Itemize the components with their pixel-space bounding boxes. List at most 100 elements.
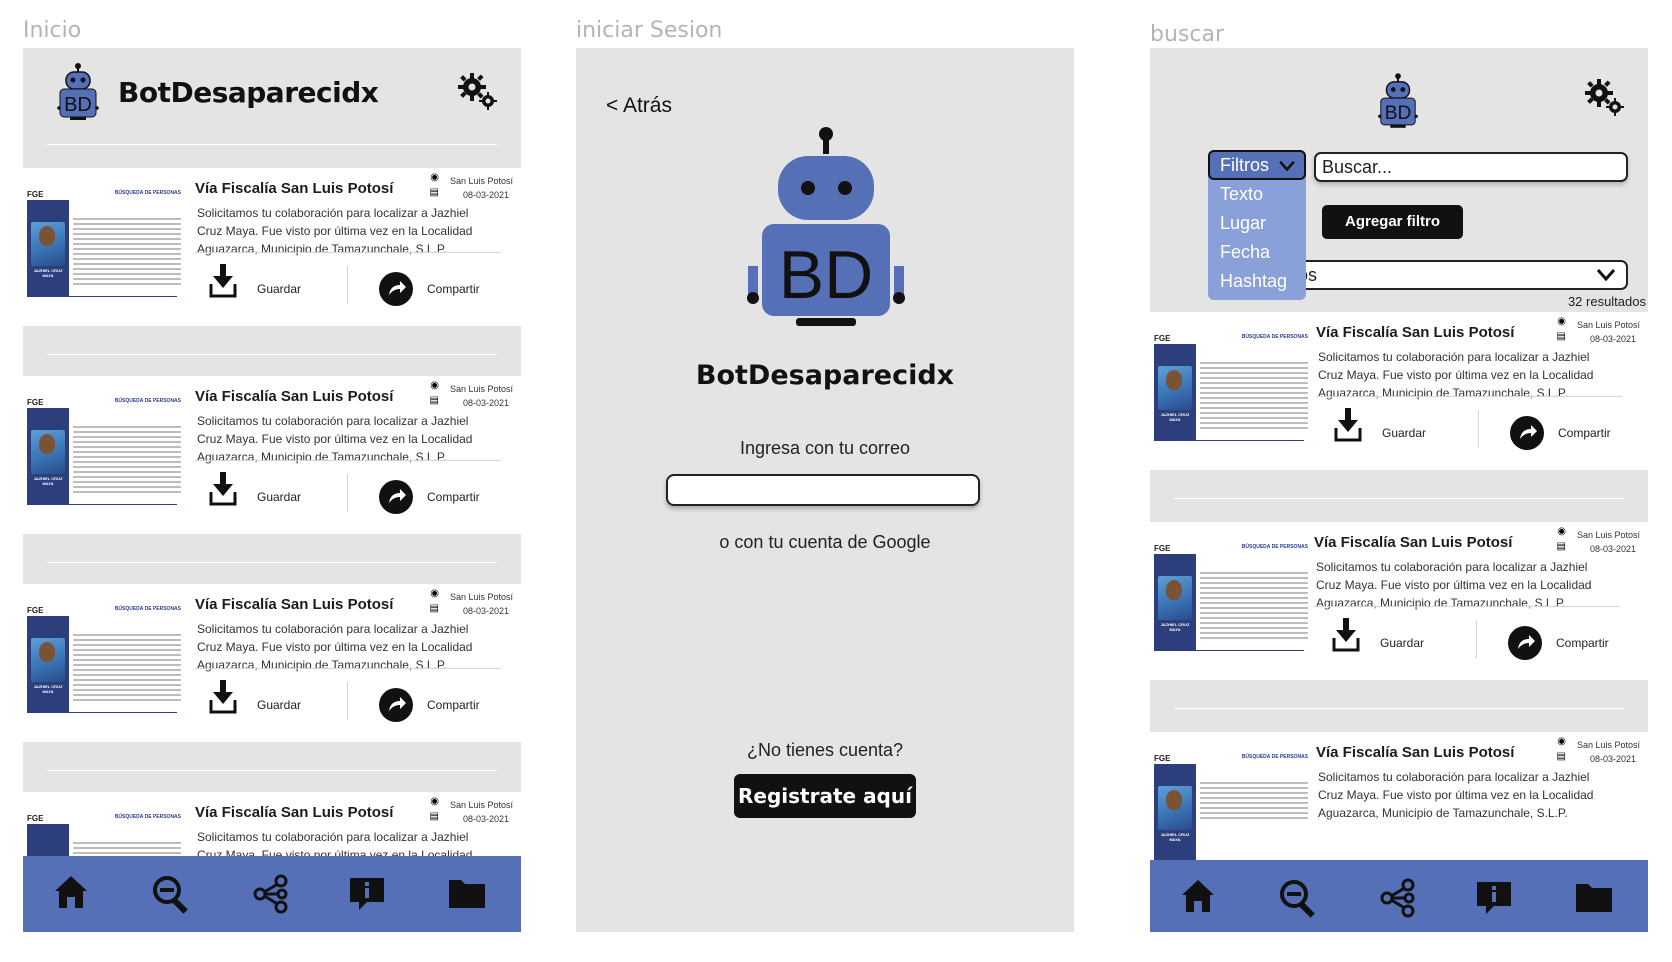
card-location: San Luis Potosí bbox=[449, 592, 513, 602]
screen-label-buscar: buscar bbox=[1150, 22, 1224, 47]
location-pin-icon: ◉ bbox=[430, 796, 439, 807]
alert-card[interactable]: FGE BÚSQUEDA DE PERSONAS JAZHIEL CRUZ MA… bbox=[23, 376, 521, 534]
card-location: San Luis Potosí bbox=[449, 176, 513, 186]
add-filter-button[interactable]: Agregar filtro bbox=[1322, 205, 1463, 239]
svg-text:BD: BD bbox=[64, 94, 92, 116]
info-icon[interactable] bbox=[1474, 878, 1514, 918]
missing-person-poster[interactable]: FGE BÚSQUEDA DE PERSONAS JAZHIEL CRUZ MA… bbox=[27, 184, 183, 298]
card-description: Solicitamos tu colaboración para localiz… bbox=[1318, 350, 1594, 400]
svg-text:BD: BD bbox=[1385, 103, 1412, 124]
google-prompt[interactable]: o con tu cuenta de Google bbox=[576, 532, 1074, 553]
share-button[interactable]: Compartir bbox=[1556, 636, 1609, 650]
no-account-text: ¿No tienes cuenta? bbox=[746, 740, 904, 760]
search-icon[interactable] bbox=[151, 874, 191, 914]
poster-org: FGE bbox=[27, 398, 44, 407]
poster-heading: BÚSQUEDA DE PERSONAS bbox=[114, 814, 181, 820]
missing-person-poster[interactable]: FGE BÚSQUEDA DE PERSONAS JAZHIEL CRUZ MA… bbox=[27, 392, 183, 506]
card-title: Vía Fiscalía San Luis Potosí bbox=[1316, 324, 1515, 341]
share-button[interactable]: Compartir bbox=[427, 490, 480, 504]
poster-heading: BÚSQUEDA DE PERSONAS bbox=[1241, 754, 1308, 760]
save-button[interactable]: Guardar bbox=[1380, 636, 1424, 650]
info-icon[interactable] bbox=[347, 874, 387, 914]
card-date: 08-03-2021 bbox=[1589, 334, 1636, 344]
poster-heading: BÚSQUEDA DE PERSONAS bbox=[114, 398, 181, 404]
filter-button[interactable]: Filtros bbox=[1208, 150, 1306, 180]
card-location: San Luis Potosí bbox=[1576, 320, 1640, 330]
share-button[interactable]: Compartir bbox=[427, 282, 480, 296]
save-button[interactable]: Guardar bbox=[1382, 426, 1426, 440]
brand-name: BotDesaparecidx bbox=[118, 76, 379, 109]
card-date: 08-03-2021 bbox=[462, 398, 509, 408]
share-button-icon[interactable] bbox=[379, 272, 413, 306]
share-button-icon[interactable] bbox=[1508, 626, 1542, 660]
share-button-icon[interactable] bbox=[379, 480, 413, 514]
card-title: Vía Fiscalía San Luis Potosí bbox=[195, 596, 394, 613]
results-count: 32 resultados bbox=[1567, 294, 1646, 309]
back-button[interactable]: < Atrás bbox=[606, 94, 672, 118]
card-title: Vía Fiscalía San Luis Potosí bbox=[195, 804, 394, 821]
poster-person: JAZHIEL CRUZ MAYA bbox=[33, 268, 63, 278]
chevron-down-icon bbox=[1596, 269, 1616, 282]
filter-option-lugar[interactable]: Lugar bbox=[1220, 213, 1266, 234]
folder-icon[interactable] bbox=[1574, 878, 1614, 914]
poster-org: FGE bbox=[27, 190, 44, 199]
share-network-icon[interactable] bbox=[251, 874, 291, 914]
missing-person-poster[interactable]: FGE BÚSQUEDA DE PERSONAS JAZHIEL CRUZ MA… bbox=[1154, 328, 1310, 442]
brand-name: BotDesaparecidx bbox=[695, 360, 955, 391]
settings-gear-icon[interactable] bbox=[1584, 78, 1626, 118]
robot-logo-icon: BD bbox=[57, 63, 99, 120]
filter-button-label: Filtros bbox=[1220, 155, 1269, 175]
search-input[interactable]: Buscar... bbox=[1314, 152, 1628, 182]
download-icon[interactable] bbox=[1334, 408, 1362, 444]
screen-label-login: iniciar Sesion bbox=[576, 18, 723, 43]
card-title: Vía Fiscalía San Luis Potosí bbox=[1316, 744, 1515, 761]
filter-dropdown-menu: Filtros Texto Lugar Fecha Hashtag bbox=[1208, 150, 1306, 300]
folder-icon[interactable] bbox=[447, 874, 487, 910]
register-button[interactable]: Registrate aquí bbox=[734, 774, 916, 818]
save-button[interactable]: Guardar bbox=[257, 698, 301, 712]
robot-logo-icon: BD bbox=[747, 127, 905, 326]
download-icon[interactable] bbox=[209, 680, 237, 716]
alert-card[interactable]: FGE BÚSQUEDA DE PERSONAS JAZHIEL CRUZ MA… bbox=[23, 168, 521, 326]
alert-card[interactable]: FGE BÚSQUEDA DE PERSONAS JAZHIEL CRUZ MA… bbox=[23, 584, 521, 742]
share-button[interactable]: Compartir bbox=[427, 698, 480, 712]
poster-person: JAZHIEL CRUZ MAYA bbox=[1160, 832, 1190, 842]
save-button[interactable]: Guardar bbox=[257, 282, 301, 296]
save-button[interactable]: Guardar bbox=[257, 490, 301, 504]
card-description: Solicitamos tu colaboración para localiz… bbox=[197, 622, 473, 672]
chevron-down-icon bbox=[1279, 160, 1295, 172]
missing-person-poster[interactable]: FGE BÚSQUEDA DE PERSONAS JAZHIEL CRUZ MA… bbox=[1154, 748, 1310, 862]
missing-person-poster[interactable]: FGE BÚSQUEDA DE PERSONAS JAZHIEL CRUZ MA… bbox=[1154, 538, 1310, 652]
card-date: 08-03-2021 bbox=[462, 606, 509, 616]
share-network-icon[interactable] bbox=[1378, 878, 1418, 918]
settings-gear-icon[interactable] bbox=[457, 72, 499, 112]
home-icon[interactable] bbox=[1180, 878, 1216, 914]
card-title: Vía Fiscalía San Luis Potosí bbox=[195, 180, 394, 197]
poster-person: JAZHIEL CRUZ MAYA bbox=[33, 684, 63, 694]
email-field[interactable] bbox=[666, 474, 980, 506]
search-icon[interactable] bbox=[1278, 878, 1318, 918]
calendar-icon: ▤ bbox=[429, 603, 439, 614]
filter-option-hashtag[interactable]: Hashtag bbox=[1220, 271, 1287, 292]
calendar-icon: ▤ bbox=[1556, 541, 1566, 552]
download-icon[interactable] bbox=[209, 264, 237, 300]
home-icon[interactable] bbox=[53, 874, 89, 910]
filter-option-texto[interactable]: Texto bbox=[1220, 184, 1263, 205]
share-button[interactable]: Compartir bbox=[1558, 426, 1611, 440]
download-icon[interactable] bbox=[1332, 618, 1360, 654]
poster-heading: BÚSQUEDA DE PERSONAS bbox=[114, 606, 181, 612]
screen-label-inicio: Inicio bbox=[23, 18, 82, 43]
alert-card[interactable]: FGE BÚSQUEDA DE PERSONAS JAZHIEL CRUZ MA… bbox=[1150, 312, 1648, 470]
download-icon[interactable] bbox=[209, 472, 237, 508]
poster-person: JAZHIEL CRUZ MAYA bbox=[33, 476, 63, 486]
missing-person-poster[interactable]: FGE BÚSQUEDA DE PERSONAS JAZHIEL CRUZ MA… bbox=[27, 600, 183, 714]
share-button-icon[interactable] bbox=[1510, 416, 1544, 450]
share-button-icon[interactable] bbox=[379, 688, 413, 722]
alert-card[interactable]: FGE BÚSQUEDA DE PERSONAS JAZHIEL CRUZ MA… bbox=[1150, 522, 1648, 680]
poster-heading: BÚSQUEDA DE PERSONAS bbox=[114, 190, 181, 196]
calendar-icon: ▤ bbox=[1556, 331, 1566, 342]
card-location: San Luis Potosí bbox=[449, 384, 513, 394]
location-pin-icon: ◉ bbox=[1557, 316, 1566, 327]
filter-option-fecha[interactable]: Fecha bbox=[1220, 242, 1270, 263]
card-title: Vía Fiscalía San Luis Potosí bbox=[195, 388, 394, 405]
